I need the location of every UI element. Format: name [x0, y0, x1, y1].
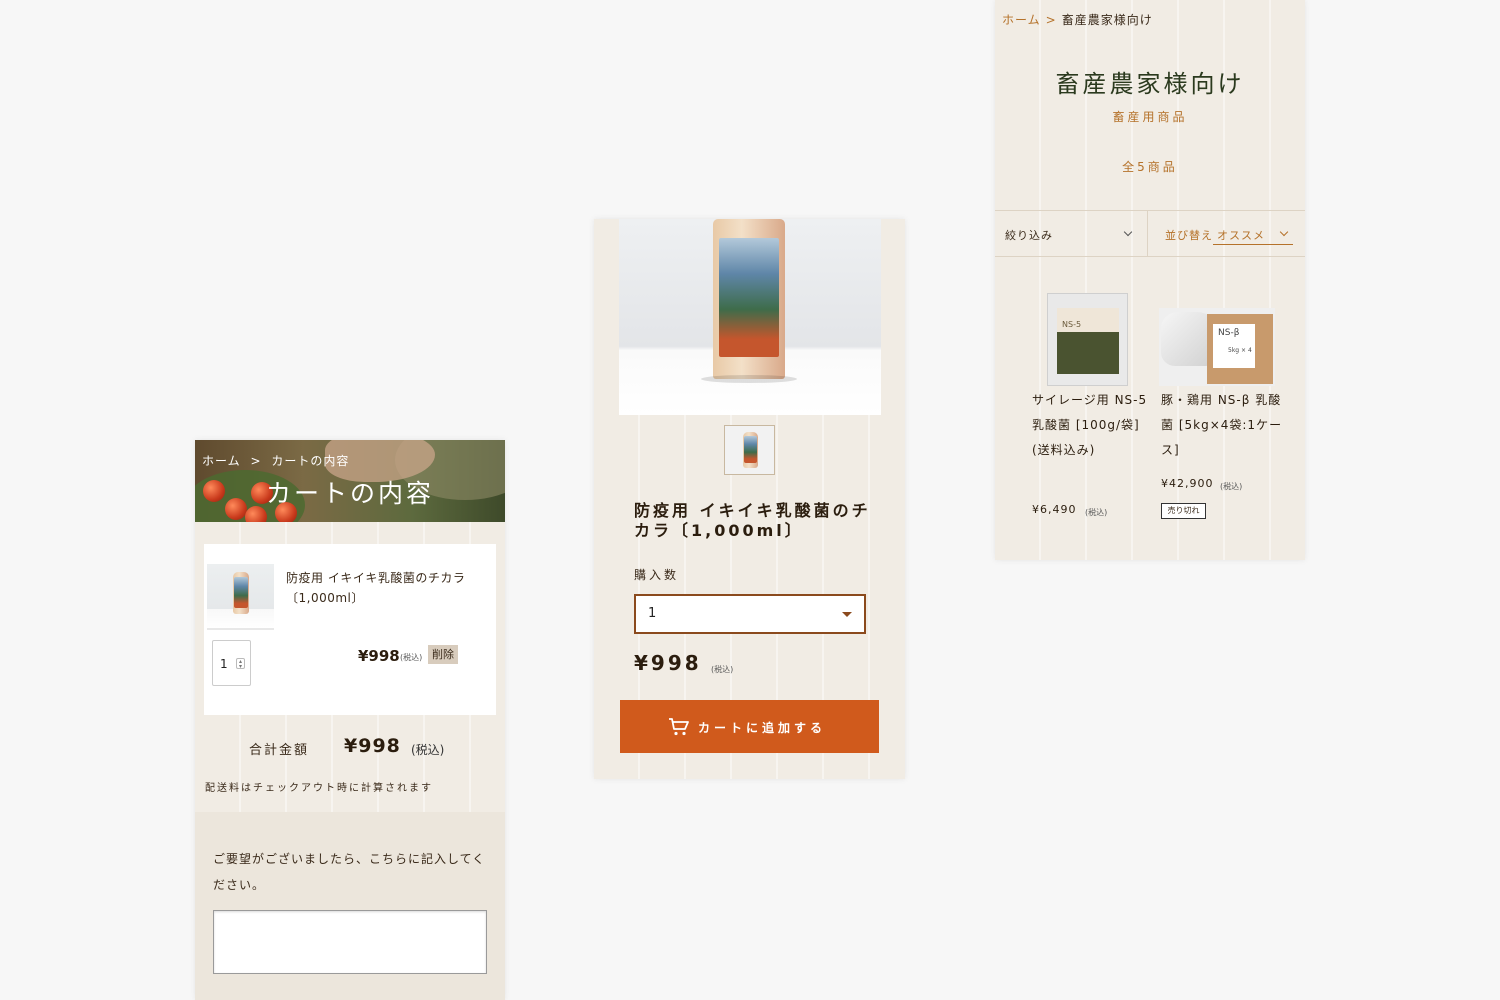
bottle-image [713, 219, 785, 379]
product-count: 全5商品 [1122, 160, 1178, 174]
box-label-sub: 5kg × 4 [1228, 347, 1252, 354]
quantity-stepper[interactable]: 1 ▴ ▾ [212, 640, 251, 686]
product-thumbnail[interactable] [724, 425, 775, 475]
product-price: ¥998 [634, 651, 702, 675]
breadcrumb-separator: > [1045, 13, 1057, 27]
product-name[interactable]: 豚・鶏用 NS-β 乳酸菌 [5kg×4袋:1ケース] [1161, 388, 1286, 463]
chevron-down-icon [1279, 227, 1289, 237]
product-title: 防疫用 イキイキ乳酸菌のチカラ〔1,000ml〕 [634, 501, 871, 540]
caret-down-icon [842, 612, 852, 617]
cart-item-price: ¥998 [358, 647, 400, 665]
product-price: ¥6,490 [1032, 503, 1077, 516]
sold-out-badge: 売り切れ [1161, 503, 1206, 519]
tax-note: (税込) [1220, 482, 1243, 491]
breadcrumb-current: 畜産農家様向け [1061, 13, 1153, 27]
add-to-cart-label: カートに追加する [698, 721, 827, 735]
delete-button[interactable]: 削除 [428, 645, 458, 664]
sort-select[interactable]: オススメ [1213, 223, 1293, 245]
quantity-select[interactable]: 1 [634, 594, 866, 634]
sort-label: 並び替え [1165, 229, 1213, 242]
filter-bar: 絞り込み 並び替え オススメ [995, 210, 1305, 257]
order-note-prompt: ご要望がございましたら、こちらに記入してください。 [213, 852, 486, 892]
page-subtitle: 畜産用商品 [1112, 110, 1188, 124]
quantity-label: 購入数 [634, 568, 680, 582]
page-title: カートの内容 [265, 479, 434, 508]
total-price: ¥998 [344, 735, 401, 757]
breadcrumb: ホーム > カートの内容 [202, 452, 354, 469]
cart-item: 防疫用 イキイキ乳酸菌のチカラ〔1,000ml〕 1 ▴ ▾ ¥998 (税込) … [204, 544, 496, 715]
breadcrumb-home-link[interactable]: ホーム [202, 454, 241, 468]
cart-icon [669, 718, 689, 736]
box-label: NS-β 5kg × 4 [1213, 324, 1255, 368]
chevron-down-icon [1123, 227, 1133, 237]
filter-label: 絞り込み [1005, 229, 1053, 242]
product-image-ns5[interactable]: NS-5 [1047, 293, 1128, 386]
total-label: 合計金額 [249, 743, 310, 758]
page-title: 畜産農家様向け [1055, 70, 1245, 98]
box-image: NS-β 5kg × 4 [1207, 314, 1273, 384]
add-to-cart-button[interactable]: カートに追加する [620, 700, 879, 753]
breadcrumb-separator: > [250, 454, 262, 468]
order-note-textarea[interactable] [213, 910, 487, 974]
product-main-image[interactable] [619, 219, 881, 415]
bottle-image [743, 432, 758, 468]
product-price: ¥42,900 [1161, 477, 1214, 490]
cart-hero-banner: ホーム > カートの内容 カートの内容 [195, 440, 505, 522]
tax-note: (税込) [711, 665, 734, 674]
shipping-note: 配送料はチェックアウト時に計算されます [205, 783, 433, 794]
bottle-image [233, 572, 249, 614]
product-name[interactable]: サイレージ用 NS-5 乳酸菌 [100g/袋] (送料込み) [1032, 388, 1152, 463]
breadcrumb: ホーム > 畜産農家様向け [1002, 11, 1153, 28]
product-thumbnail[interactable] [207, 564, 274, 630]
category-page: ホーム > 畜産農家様向け 畜産農家様向け 畜産用商品 全5商品 絞り込み 並び替え… [995, 0, 1305, 560]
stepper-arrows-icon[interactable]: ▴ ▾ [236, 658, 245, 670]
package-image: NS-5 [1057, 308, 1119, 374]
box-label-text: NS-β [1218, 328, 1240, 338]
breadcrumb-current: カートの内容 [271, 454, 350, 468]
tax-note: (税込) [400, 653, 423, 662]
cart-page: ホーム > カートの内容 カートの内容 防疫用 イキイキ乳酸菌のチカラ〔1,00… [195, 440, 505, 1000]
order-note-section: ご要望がございましたら、こちらに記入してください。 [195, 812, 505, 1000]
package-label: NS-5 [1062, 320, 1082, 329]
filter-dropdown[interactable]: 絞り込み [995, 211, 1148, 256]
tax-note: (税込) [1085, 508, 1108, 517]
quantity-value: 1 [220, 657, 228, 671]
breadcrumb-home-link[interactable]: ホーム [1002, 13, 1041, 27]
sort-selected-value: オススメ [1217, 229, 1265, 242]
quantity-selected-value: 1 [648, 606, 657, 621]
cart-item-name[interactable]: 防疫用 イキイキ乳酸菌のチカラ〔1,000ml〕 [286, 568, 486, 608]
product-detail-page: 防疫用 イキイキ乳酸菌のチカラ〔1,000ml〕 購入数 1 ¥998 (税込)… [594, 219, 905, 779]
total-tax-note: (税込) [411, 743, 445, 757]
product-image-nsb[interactable]: NS-β 5kg × 4 [1159, 308, 1275, 386]
